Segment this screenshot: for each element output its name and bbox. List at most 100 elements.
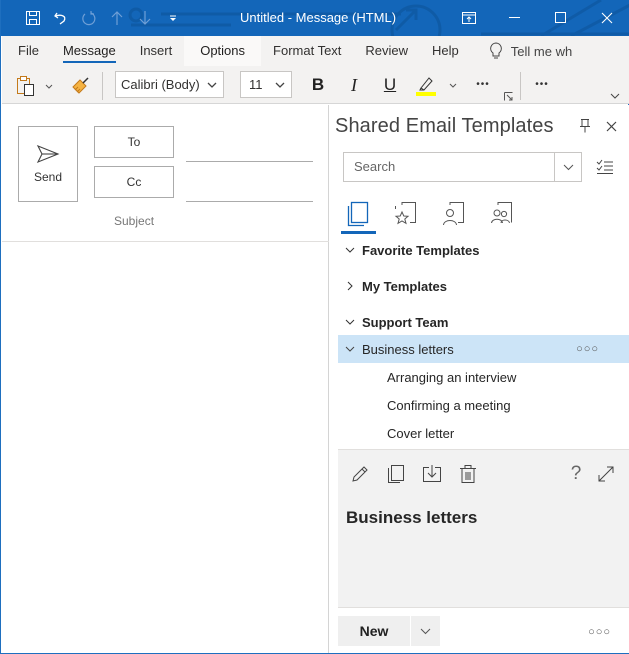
template-item[interactable]: Cover letter	[338, 419, 629, 447]
tab-review[interactable]: Review	[353, 36, 420, 66]
tree-group-my-templates[interactable]: My Templates	[338, 272, 629, 300]
tab-insert[interactable]: Insert	[128, 36, 185, 66]
ribbon-toolbar: Calibri (Body) 11 B I U ••• •••	[2, 66, 629, 104]
cc-button[interactable]: Cc	[94, 166, 174, 198]
new-button[interactable]: New	[338, 616, 410, 646]
category-tabs	[340, 197, 520, 234]
message-body[interactable]	[2, 242, 329, 653]
tab-message[interactable]: Message	[51, 36, 128, 66]
collapse-ribbon-icon[interactable]	[608, 90, 622, 102]
template-item[interactable]: Arranging an interview	[338, 363, 629, 391]
tree-folder-business-letters[interactable]: Business letters ○○○	[338, 335, 629, 363]
window-controls	[446, 0, 629, 36]
chevron-down-icon	[338, 247, 362, 253]
font-size-value: 11	[249, 77, 263, 92]
tree-group-favorite-templates[interactable]: Favorite Templates	[338, 236, 629, 264]
format-painter-button[interactable]	[70, 75, 92, 97]
cc-field[interactable]	[186, 173, 313, 201]
tab-file[interactable]: File	[2, 36, 51, 66]
tab-team-templates[interactable]	[484, 197, 520, 231]
ribbon-tabs: File Message Insert Options Format Text …	[2, 36, 629, 66]
highlighter-icon	[416, 77, 436, 96]
edit-button[interactable]	[348, 462, 372, 486]
help-button[interactable]: ?	[564, 462, 588, 486]
underline-button[interactable]: U	[378, 74, 402, 96]
search-dropdown-button[interactable]	[554, 153, 581, 181]
team-templates-icon	[491, 202, 512, 224]
window-title: Untitled - Message (HTML)	[240, 10, 397, 25]
tab-my-templates[interactable]	[436, 197, 472, 231]
search-input[interactable]	[354, 159, 544, 174]
toolbar-separator	[520, 72, 521, 100]
font-name-select[interactable]: Calibri (Body)	[115, 71, 224, 98]
bold-button[interactable]: B	[306, 74, 330, 96]
tell-me-search[interactable]: Tell me wh	[489, 42, 572, 60]
minimize-icon[interactable]	[492, 0, 538, 36]
title-bar: Untitled - Message (HTML)	[1, 0, 629, 36]
tab-format-text[interactable]: Format Text	[261, 36, 353, 66]
more-formatting-button[interactable]: •••	[470, 74, 496, 94]
to-field[interactable]	[186, 133, 313, 161]
compose-area: Send To Cc Subject	[2, 105, 329, 653]
cc-field-underline	[186, 201, 313, 202]
save-icon[interactable]	[19, 8, 47, 28]
maximize-icon[interactable]	[538, 0, 584, 36]
pin-icon[interactable]	[576, 117, 594, 135]
toolbar-separator	[102, 72, 103, 100]
quick-access-toolbar	[19, 8, 187, 28]
to-button[interactable]: To	[94, 126, 174, 158]
down-arrow-icon	[131, 8, 159, 28]
subject-field[interactable]	[186, 209, 313, 235]
clipboard-icon	[17, 76, 34, 96]
folder-more-options-button[interactable]: ○○○	[576, 343, 599, 355]
send-button[interactable]: Send	[18, 126, 78, 202]
tree-group-support-team[interactable]: Support Team	[338, 308, 629, 336]
tab-help[interactable]: Help	[420, 36, 471, 66]
insert-template-button[interactable]	[420, 462, 444, 486]
all-templates-icon	[347, 201, 369, 227]
search-box	[343, 152, 582, 182]
paste-dropdown[interactable]	[42, 79, 56, 93]
paste-button[interactable]	[15, 75, 37, 97]
more-commands-button[interactable]: •••	[529, 74, 555, 94]
font-size-select[interactable]: 11	[240, 71, 292, 98]
multi-select-button[interactable]	[594, 156, 616, 178]
lightbulb-icon	[489, 42, 502, 59]
template-item[interactable]: Confirming a meeting	[338, 391, 629, 419]
pane-title: Shared Email Templates	[335, 115, 554, 137]
customize-qat-icon[interactable]	[159, 8, 187, 28]
dialog-launcher-icon[interactable]	[503, 91, 513, 101]
tab-all-templates[interactable]	[340, 197, 376, 234]
undo-icon[interactable]	[47, 8, 75, 28]
highlight-dropdown[interactable]	[447, 79, 459, 91]
send-icon	[36, 144, 60, 164]
format-painter-icon	[72, 77, 89, 94]
tree-group-label: Support Team	[362, 314, 449, 330]
my-templates-icon	[443, 202, 464, 226]
up-arrow-icon	[103, 8, 131, 28]
tree-folder-label: Business letters	[362, 341, 454, 357]
font-name-value: Calibri (Body)	[121, 77, 200, 92]
tell-me-label: Tell me wh	[510, 43, 573, 59]
delete-button[interactable]	[456, 462, 480, 486]
chevron-down-icon	[563, 164, 573, 170]
chevron-down-icon	[275, 82, 285, 88]
new-dropdown-button[interactable]	[411, 616, 440, 646]
copy-button[interactable]	[384, 462, 408, 486]
ribbon-display-options-icon[interactable]	[446, 0, 492, 36]
template-preview: ? Business letters	[338, 449, 629, 607]
tab-favorite-templates[interactable]	[388, 197, 424, 231]
pane-footer: New ○○○	[338, 607, 629, 653]
send-label: Send	[33, 170, 63, 184]
tab-options[interactable]: Options	[184, 36, 262, 66]
copy-icon	[388, 465, 404, 483]
close-icon[interactable]	[584, 0, 629, 36]
highlight-button[interactable]	[412, 73, 438, 97]
redo-icon	[75, 8, 103, 28]
chevron-down-icon	[420, 628, 431, 634]
footer-more-options-button[interactable]: ○○○	[588, 626, 611, 638]
italic-button[interactable]: I	[342, 74, 366, 96]
close-pane-icon[interactable]	[602, 117, 620, 135]
expand-button[interactable]	[594, 462, 618, 486]
shared-email-templates-pane: Shared Email Templates Search Favorite T…	[330, 105, 629, 653]
